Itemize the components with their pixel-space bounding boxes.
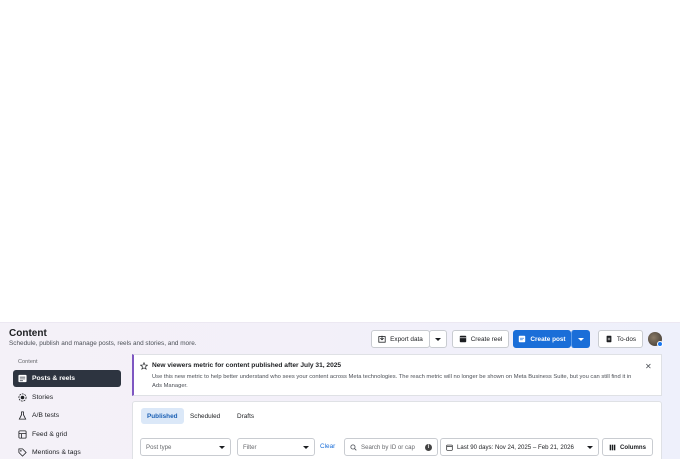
create-post-label: Create post — [530, 335, 566, 343]
info-banner: New viewers metric for content published… — [132, 354, 662, 396]
tab-published[interactable]: Published — [141, 408, 184, 424]
create-post-button[interactable]: Create post — [513, 330, 571, 348]
filter-placeholder: Filter — [243, 443, 257, 451]
columns-label: Columns — [619, 443, 647, 451]
chevron-down-icon — [435, 337, 441, 341]
sidebar-item-label: Posts & reels — [32, 375, 76, 382]
create-reel-label: Create reel — [470, 335, 503, 343]
date-range-picker[interactable]: Last 90 days: Nov 24, 2025 – Feb 21, 202… — [440, 438, 599, 456]
close-icon[interactable]: ✕ — [645, 363, 652, 371]
columns-button[interactable]: Columns — [602, 438, 653, 456]
flask-icon — [18, 411, 27, 420]
sidebar: Content Posts & reels Stories A/B tests — [0, 355, 130, 459]
reel-icon — [459, 335, 466, 343]
create-post-dropdown-button[interactable] — [571, 330, 590, 348]
sidebar-section-label: Content — [18, 359, 38, 365]
clipboard-icon — [606, 335, 612, 343]
date-range-value: Last 90 days: Nov 24, 2025 – Feb 21, 202… — [457, 443, 574, 451]
filter-select[interactable]: Filter — [237, 438, 315, 456]
export-icon — [378, 335, 386, 343]
export-dropdown-button[interactable] — [429, 330, 447, 348]
sidebar-item-label: Stories — [32, 394, 54, 401]
facebook-badge-icon — [657, 341, 663, 347]
info-icon[interactable]: i — [425, 444, 432, 451]
sidebar-item-label: Mentions & tags — [32, 449, 81, 456]
content-app: Content Schedule, publish and manage pos… — [0, 322, 680, 459]
tag-icon — [18, 448, 27, 457]
search-icon — [350, 443, 357, 451]
chevron-down-icon — [303, 446, 309, 449]
sidebar-item-feed-grid[interactable]: Feed & grid — [13, 426, 121, 443]
columns-icon — [609, 444, 616, 450]
calendar-icon — [446, 444, 453, 451]
todos-button[interactable]: To-dos — [598, 330, 643, 348]
export-data-button[interactable]: Export data — [371, 330, 430, 348]
search-placeholder: Search by ID or cap — [361, 443, 415, 451]
post-type-select[interactable]: Post type — [140, 438, 231, 456]
create-reel-button[interactable]: Create reel — [452, 330, 509, 348]
chevron-down-icon — [577, 337, 584, 341]
star-icon — [140, 362, 148, 370]
page-header: Content Schedule, publish and manage pos… — [0, 323, 680, 355]
chevron-down-icon — [587, 446, 593, 449]
export-data-label: Export data — [390, 335, 423, 343]
todos-label: To-dos — [616, 335, 637, 343]
sidebar-item-stories[interactable]: Stories — [13, 389, 121, 406]
tab-drafts[interactable]: Drafts — [231, 408, 260, 424]
banner-title: New viewers metric for content published… — [152, 362, 342, 369]
banner-body: Use this new metric to help better under… — [152, 374, 632, 389]
stories-icon — [18, 393, 27, 402]
clear-filters-link[interactable]: Clear — [320, 443, 335, 450]
post-icon — [519, 335, 526, 343]
content-panel: Published Scheduled Drafts Post type Fil… — [132, 401, 662, 459]
tab-scheduled[interactable]: Scheduled — [184, 408, 226, 424]
page-subtitle: Schedule, publish and manage posts, reel… — [9, 340, 197, 347]
sidebar-item-label: Feed & grid — [32, 431, 68, 438]
posts-icon — [18, 374, 27, 383]
search-input[interactable]: Search by ID or cap i — [344, 438, 438, 456]
sidebar-item-label: A/B tests — [32, 412, 60, 419]
sidebar-item-ab-tests[interactable]: A/B tests — [13, 407, 121, 424]
sidebar-item-mentions-tags[interactable]: Mentions & tags — [13, 444, 121, 459]
feed-icon — [18, 430, 27, 439]
post-type-placeholder: Post type — [146, 443, 172, 451]
chevron-down-icon — [219, 446, 225, 449]
page-title: Content — [9, 328, 47, 339]
sidebar-item-posts-reels[interactable]: Posts & reels — [13, 370, 121, 387]
